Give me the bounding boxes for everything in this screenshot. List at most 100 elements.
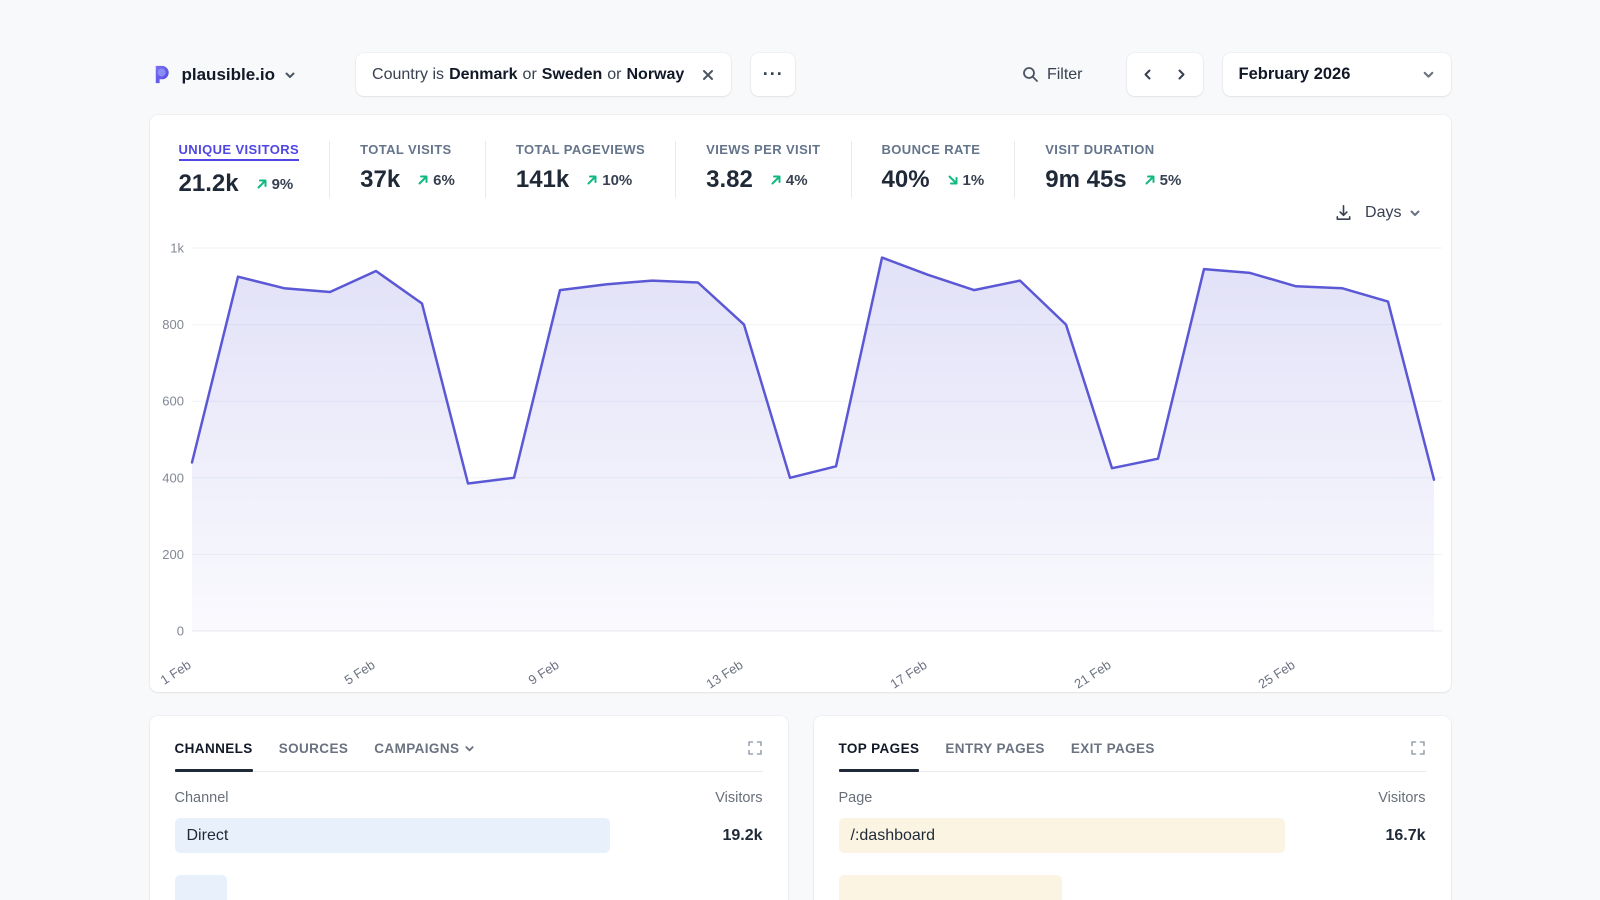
list-item[interactable]: /:dashboard 16.7k xyxy=(839,818,1426,853)
list-item[interactable] xyxy=(175,875,763,900)
svg-text:17 Feb: 17 Feb xyxy=(887,657,929,691)
tab-top-pages[interactable]: TOP PAGES xyxy=(839,741,920,756)
channels-panel: CHANNELS SOURCES CAMPAIGNS Channel Visit… xyxy=(150,716,788,900)
filter-button-label: Filter xyxy=(1047,66,1083,84)
chevron-down-icon xyxy=(1409,207,1421,219)
row-value: 16.7k xyxy=(1385,827,1425,845)
tab-sources[interactable]: SOURCES xyxy=(279,741,349,756)
report-panels: CHANNELS SOURCES CAMPAIGNS Channel Visit… xyxy=(150,716,1451,900)
stat-total-visits[interactable]: TOTAL VISITS 37k 6% xyxy=(329,141,485,198)
channels-columns: Channel Visitors xyxy=(175,790,763,806)
stat-label: VIEWS PER VISIT xyxy=(706,142,820,157)
dashboard: plausible.io Country is Denmark or Swede… xyxy=(150,0,1451,900)
stat-change: 5% xyxy=(1143,172,1182,189)
filter-prefix: Country is xyxy=(372,66,444,84)
expand-icon[interactable] xyxy=(747,740,763,756)
remove-filter-icon[interactable] xyxy=(701,68,715,82)
channels-rows: Direct 19.2k xyxy=(175,818,763,900)
interval-label: Days xyxy=(1365,204,1401,222)
stat-value: 141k xyxy=(516,166,569,194)
stat-value: 3.82 xyxy=(706,166,753,194)
pages-rows: /:dashboard 16.7k xyxy=(839,818,1426,900)
stat-value: 40% xyxy=(882,166,930,194)
svg-text:9 Feb: 9 Feb xyxy=(525,657,561,688)
interval-dropdown[interactable]: Days xyxy=(1365,204,1420,222)
tab-entry-pages[interactable]: ENTRY PAGES xyxy=(945,741,1044,756)
trend-up-icon xyxy=(585,173,599,187)
tab-channels[interactable]: CHANNELS xyxy=(175,741,253,756)
pages-tabs: TOP PAGES ENTRY PAGES EXIT PAGES xyxy=(839,740,1426,772)
stat-value: 21.2k xyxy=(179,170,239,198)
stat-change: 1% xyxy=(946,172,985,189)
svg-text:0: 0 xyxy=(176,624,183,639)
stat-label: BOUNCE RATE xyxy=(882,142,981,157)
svg-text:400: 400 xyxy=(162,470,184,485)
svg-text:1k: 1k xyxy=(170,241,184,256)
trend-up-icon xyxy=(416,173,430,187)
stat-value: 9m 45s xyxy=(1045,166,1126,194)
row-value: 19.2k xyxy=(722,827,762,845)
trend-up-icon xyxy=(1143,173,1157,187)
list-item[interactable] xyxy=(839,875,1426,900)
chevron-down-icon xyxy=(284,69,296,81)
chevron-down-icon xyxy=(464,743,475,754)
row-label: Direct xyxy=(175,827,229,845)
chevron-down-icon xyxy=(1422,68,1435,81)
search-icon xyxy=(1022,66,1039,83)
top-bar: plausible.io Country is Denmark or Swede… xyxy=(150,53,1451,96)
svg-text:1 Feb: 1 Feb xyxy=(157,657,193,688)
pages-panel: TOP PAGES ENTRY PAGES EXIT PAGES Page Vi… xyxy=(814,716,1451,900)
stat-change: 4% xyxy=(769,172,808,189)
more-options-button[interactable]: ··· xyxy=(751,53,795,96)
filter-button[interactable]: Filter xyxy=(1022,66,1083,84)
stat-change: 10% xyxy=(585,172,632,189)
filter-value-norway: Norway xyxy=(626,66,684,84)
svg-text:200: 200 xyxy=(162,547,184,562)
stat-total-pageviews[interactable]: TOTAL PAGEVIEWS 141k 10% xyxy=(485,141,675,198)
trend-up-icon xyxy=(769,173,783,187)
stat-unique-visitors[interactable]: UNIQUE VISITORS 21.2k 9% xyxy=(179,141,330,198)
period-nav xyxy=(1127,53,1203,96)
stat-label: TOTAL PAGEVIEWS xyxy=(516,142,645,157)
filter-value-sweden: Sweden xyxy=(542,66,602,84)
row-bar xyxy=(175,875,228,900)
site-switcher[interactable]: plausible.io xyxy=(150,63,297,86)
stat-views-per-visit[interactable]: VIEWS PER VISIT 3.82 4% xyxy=(675,141,850,198)
tab-campaigns[interactable]: CAMPAIGNS xyxy=(374,741,475,756)
stat-visit-duration[interactable]: VISIT DURATION 9m 45s 5% xyxy=(1014,141,1211,198)
visitors-area-chart[interactable]: 02004006008001k1 Feb5 Feb9 Feb13 Feb17 F… xyxy=(150,231,1451,691)
filter-value-denmark: Denmark xyxy=(449,66,517,84)
previous-period-button[interactable] xyxy=(1135,64,1160,85)
svg-text:800: 800 xyxy=(162,317,184,332)
analytics-card: UNIQUE VISITORS 21.2k 9% TOTAL VISITS 37… xyxy=(150,115,1451,692)
row-bar xyxy=(839,875,1062,900)
svg-text:13 Feb: 13 Feb xyxy=(703,657,745,691)
date-range-label: February 2026 xyxy=(1239,65,1351,84)
list-item[interactable]: Direct 19.2k xyxy=(175,818,763,853)
svg-text:5 Feb: 5 Feb xyxy=(341,657,377,688)
stat-bounce-rate[interactable]: BOUNCE RATE 40% 1% xyxy=(851,141,1015,198)
expand-icon[interactable] xyxy=(1410,740,1426,756)
active-filter-chip[interactable]: Country is Denmark or Sweden or Norway xyxy=(356,53,731,96)
tab-exit-pages[interactable]: EXIT PAGES xyxy=(1071,741,1155,756)
chart-controls: Days xyxy=(1334,203,1420,222)
stat-label: UNIQUE VISITORS xyxy=(179,142,300,161)
date-range-picker[interactable]: February 2026 xyxy=(1223,53,1451,96)
next-period-button[interactable] xyxy=(1169,64,1194,85)
svg-text:21 Feb: 21 Feb xyxy=(1071,657,1113,691)
channels-tabs: CHANNELS SOURCES CAMPAIGNS xyxy=(175,740,763,772)
filter-or: or xyxy=(607,66,621,84)
plausible-logo-icon xyxy=(150,63,173,86)
stat-change: 6% xyxy=(416,172,455,189)
column-channel: Channel xyxy=(175,790,229,806)
column-visitors: Visitors xyxy=(1378,790,1425,806)
filter-or: or xyxy=(523,66,537,84)
stat-value: 37k xyxy=(360,166,400,194)
svg-text:25 Feb: 25 Feb xyxy=(1255,657,1297,691)
stat-label: VISIT DURATION xyxy=(1045,142,1154,157)
row-bar xyxy=(175,818,610,853)
site-name: plausible.io xyxy=(182,65,276,85)
download-icon[interactable] xyxy=(1334,203,1353,222)
column-visitors: Visitors xyxy=(715,790,762,806)
stat-change: 9% xyxy=(255,176,294,193)
